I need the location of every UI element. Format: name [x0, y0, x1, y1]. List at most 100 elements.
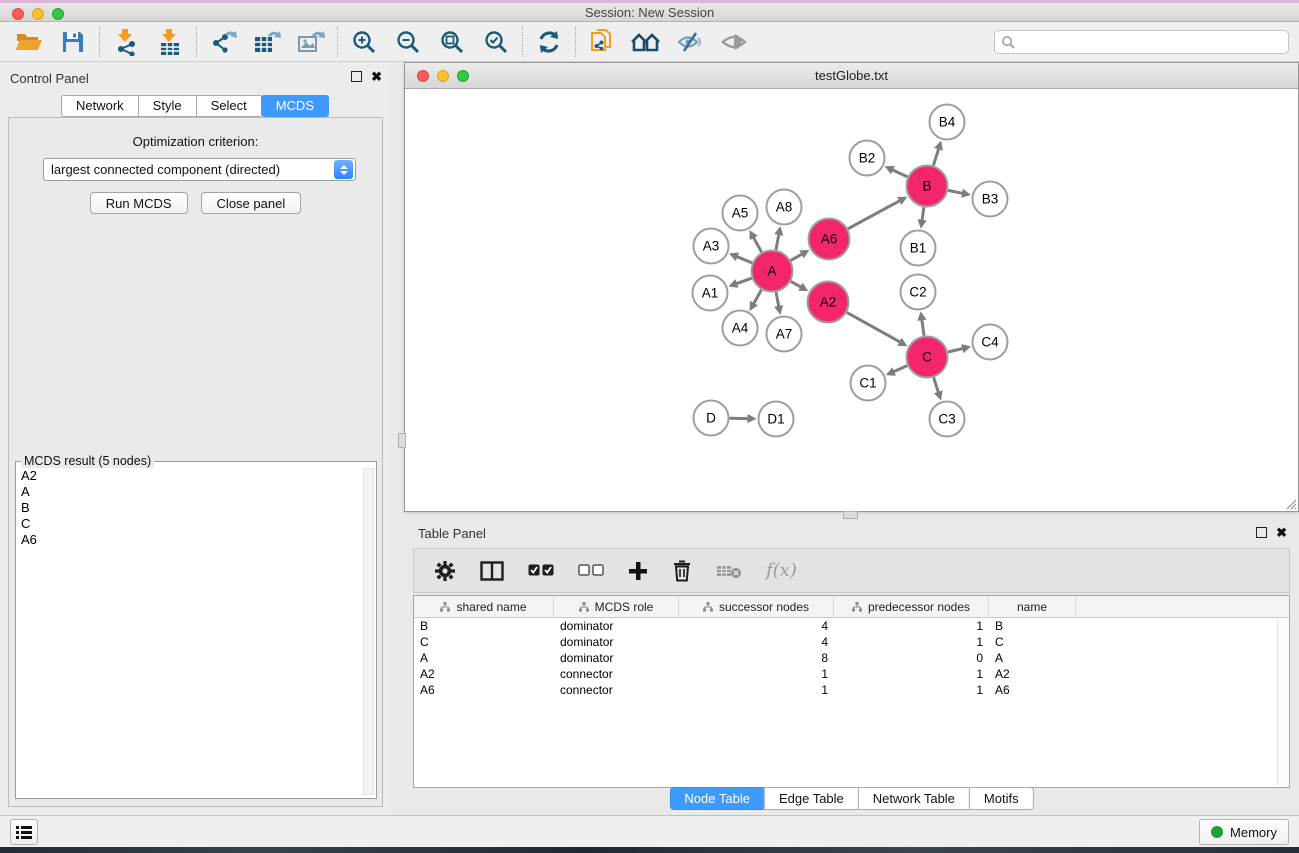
trash-icon[interactable]: [672, 559, 692, 582]
table-cell[interactable]: 1: [834, 634, 989, 650]
edge-A-A7[interactable]: [776, 292, 779, 307]
close-panel-icon[interactable]: ✖: [371, 71, 382, 82]
table-cell[interactable]: 1: [679, 682, 834, 698]
edge-A-A3[interactable]: [736, 256, 752, 262]
table-cell[interactable]: 4: [679, 634, 834, 650]
edge-A-A2[interactable]: [791, 281, 802, 287]
edge-A6-B[interactable]: [848, 201, 900, 229]
table-cell[interactable]: 1: [834, 618, 989, 634]
result-list-item[interactable]: A2: [17, 468, 362, 484]
zoom-selected-icon[interactable]: [481, 27, 511, 57]
table-row[interactable]: A2connector11A2: [414, 666, 1289, 682]
gear-icon[interactable]: [434, 560, 456, 582]
table-cell[interactable]: 0: [834, 650, 989, 666]
result-list-item[interactable]: B: [17, 500, 362, 516]
edge-C-C3[interactable]: [934, 377, 939, 392]
export-table-icon[interactable]: [252, 27, 282, 57]
edge-A-A5[interactable]: [753, 237, 761, 252]
edge-B-B3[interactable]: [948, 190, 963, 193]
table-scrollbar[interactable]: [1277, 619, 1288, 786]
duplicate-network-icon[interactable]: [587, 27, 617, 57]
result-list-item[interactable]: C: [17, 516, 362, 532]
edge-A-A6[interactable]: [791, 254, 803, 261]
float-panel-icon[interactable]: [1256, 527, 1267, 538]
table-cell[interactable]: A2: [414, 666, 554, 682]
column-header-predecessor-nodes[interactable]: predecessor nodes: [834, 596, 989, 617]
table-row[interactable]: Adominator80A: [414, 650, 1289, 666]
edge-C-C2[interactable]: [922, 319, 924, 335]
import-network-icon[interactable]: [111, 27, 141, 57]
close-panel-button[interactable]: Close panel: [201, 192, 302, 214]
table-cell[interactable]: 1: [834, 682, 989, 698]
table-cell[interactable]: dominator: [554, 618, 679, 634]
bottom-dock-handle[interactable]: [843, 511, 858, 519]
delete-table-icon[interactable]: [716, 562, 742, 580]
table-cell[interactable]: connector: [554, 666, 679, 682]
table-cell[interactable]: 8: [679, 650, 834, 666]
network-canvas[interactable]: B4B2BB3A8A5A6A3B1AC2A1A2A4A7C4CC1DD1C3: [405, 89, 1298, 511]
edge-C-C4[interactable]: [948, 348, 963, 352]
memory-button[interactable]: Memory: [1199, 819, 1289, 845]
edge-A2-C[interactable]: [847, 312, 901, 342]
table-cell[interactable]: A6: [414, 682, 554, 698]
table-cell[interactable]: C: [989, 634, 1076, 650]
column-header-shared-name[interactable]: shared name: [414, 596, 554, 617]
table-cell[interactable]: A: [414, 650, 554, 666]
zoom-fit-icon[interactable]: [437, 27, 467, 57]
column-header-name[interactable]: name: [989, 596, 1076, 617]
tab-network[interactable]: Network: [61, 95, 138, 117]
run-mcds-button[interactable]: Run MCDS: [90, 192, 188, 214]
table-row[interactable]: Bdominator41B: [414, 618, 1289, 634]
hide-details-icon[interactable]: [675, 27, 705, 57]
export-image-icon[interactable]: [296, 27, 326, 57]
close-panel-icon[interactable]: ✖: [1276, 527, 1287, 538]
tab-node-table[interactable]: Node Table: [669, 787, 764, 810]
tab-mcds[interactable]: MCDS: [261, 95, 329, 117]
search-input[interactable]: [994, 30, 1289, 54]
zoom-in-icon[interactable]: [349, 27, 379, 57]
tab-select[interactable]: Select: [196, 95, 261, 117]
zoom-out-icon[interactable]: [393, 27, 423, 57]
column-view-icon[interactable]: [480, 561, 504, 581]
table-cell[interactable]: connector: [554, 682, 679, 698]
result-list-item[interactable]: A6: [17, 532, 362, 548]
save-icon[interactable]: [58, 27, 88, 57]
table-cell[interactable]: dominator: [554, 634, 679, 650]
resize-grip-icon[interactable]: [1283, 496, 1297, 510]
result-list-item[interactable]: A: [17, 484, 362, 500]
table-cell[interactable]: 1: [679, 666, 834, 682]
left-dock-handle[interactable]: [398, 433, 406, 448]
function-icon[interactable]: f(x): [766, 560, 797, 581]
list-scrollbar[interactable]: [363, 468, 374, 795]
refresh-icon[interactable]: [534, 27, 564, 57]
column-header-MCDS-role[interactable]: MCDS role: [554, 596, 679, 617]
tab-network-table[interactable]: Network Table: [858, 787, 969, 810]
network-graph[interactable]: B4B2BB3A8A5A6A3B1AC2A1A2A4A7C4CC1DD1C3: [405, 89, 1298, 511]
edge-A-A1[interactable]: [736, 278, 752, 284]
home-icon[interactable]: [631, 27, 661, 57]
export-network-icon[interactable]: [208, 27, 238, 57]
import-table-icon[interactable]: [155, 27, 185, 57]
mcds-result-list[interactable]: A2ABCA6: [17, 468, 362, 796]
table-cell[interactable]: A2: [989, 666, 1076, 682]
table-cell[interactable]: B: [989, 618, 1076, 634]
add-icon[interactable]: [628, 561, 648, 581]
eye-icon[interactable]: [719, 27, 749, 57]
table-cell[interactable]: C: [414, 634, 554, 650]
table-row[interactable]: Cdominator41C: [414, 634, 1289, 650]
tab-edge-table[interactable]: Edge Table: [764, 787, 858, 810]
edge-C-C1[interactable]: [893, 366, 907, 372]
search-field[interactable]: [1016, 32, 1288, 52]
deselect-all-icon[interactable]: [578, 564, 604, 577]
node-table[interactable]: shared nameMCDS rolesuccessor nodesprede…: [413, 595, 1290, 788]
select-all-icon[interactable]: [528, 564, 554, 577]
table-cell[interactable]: A6: [989, 682, 1076, 698]
edge-B-B4[interactable]: [933, 148, 938, 165]
edge-B-B2[interactable]: [892, 170, 908, 177]
table-cell[interactable]: 1: [834, 666, 989, 682]
network-window-titlebar[interactable]: testGlobe.txt: [405, 63, 1298, 89]
optimization-criterion-dropdown[interactable]: largest connected component (directed): [43, 158, 356, 181]
table-cell[interactable]: dominator: [554, 650, 679, 666]
open-folder-icon[interactable]: [14, 27, 44, 57]
tab-motifs[interactable]: Motifs: [969, 787, 1034, 810]
